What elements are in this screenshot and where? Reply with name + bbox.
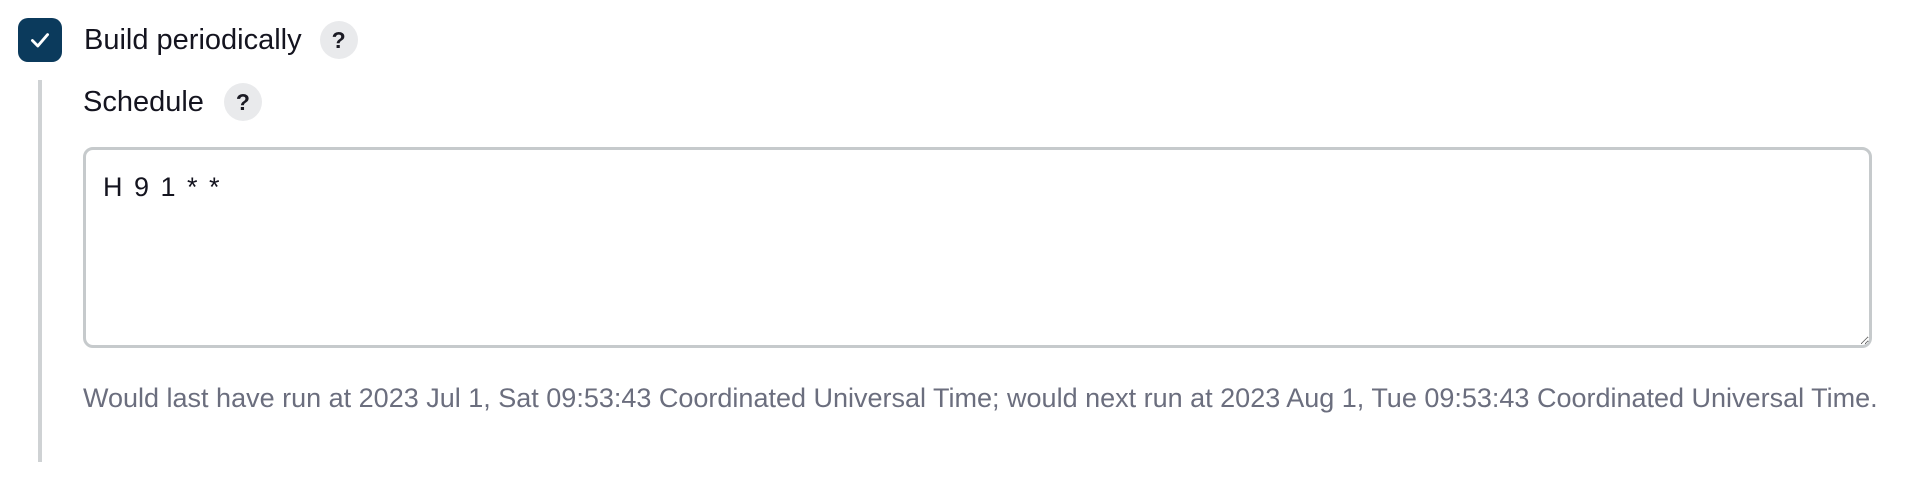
build-periodically-checkbox[interactable]	[18, 18, 62, 62]
check-icon	[31, 33, 49, 48]
schedule-next-run-hint: Would last have run at 2023 Jul 1, Sat 0…	[83, 383, 1878, 413]
schedule-textarea[interactable]: H 9 1 * *	[83, 147, 1872, 348]
question-mark-icon: ?	[331, 26, 346, 53]
build-periodically-row: Build periodically ?	[18, 18, 358, 62]
build-trigger-section: Build periodically ? Schedule ? H 9 1 * …	[0, 0, 1908, 482]
schedule-label-row: Schedule ?	[83, 82, 262, 122]
schedule-help-button[interactable]: ?	[223, 83, 262, 121]
schedule-label: Schedule	[83, 85, 204, 118]
build-periodically-label[interactable]: Build periodically	[84, 24, 302, 57]
nested-section-indicator	[38, 80, 42, 462]
question-mark-icon: ?	[235, 88, 250, 115]
build-periodically-help-button[interactable]: ?	[319, 21, 358, 59]
